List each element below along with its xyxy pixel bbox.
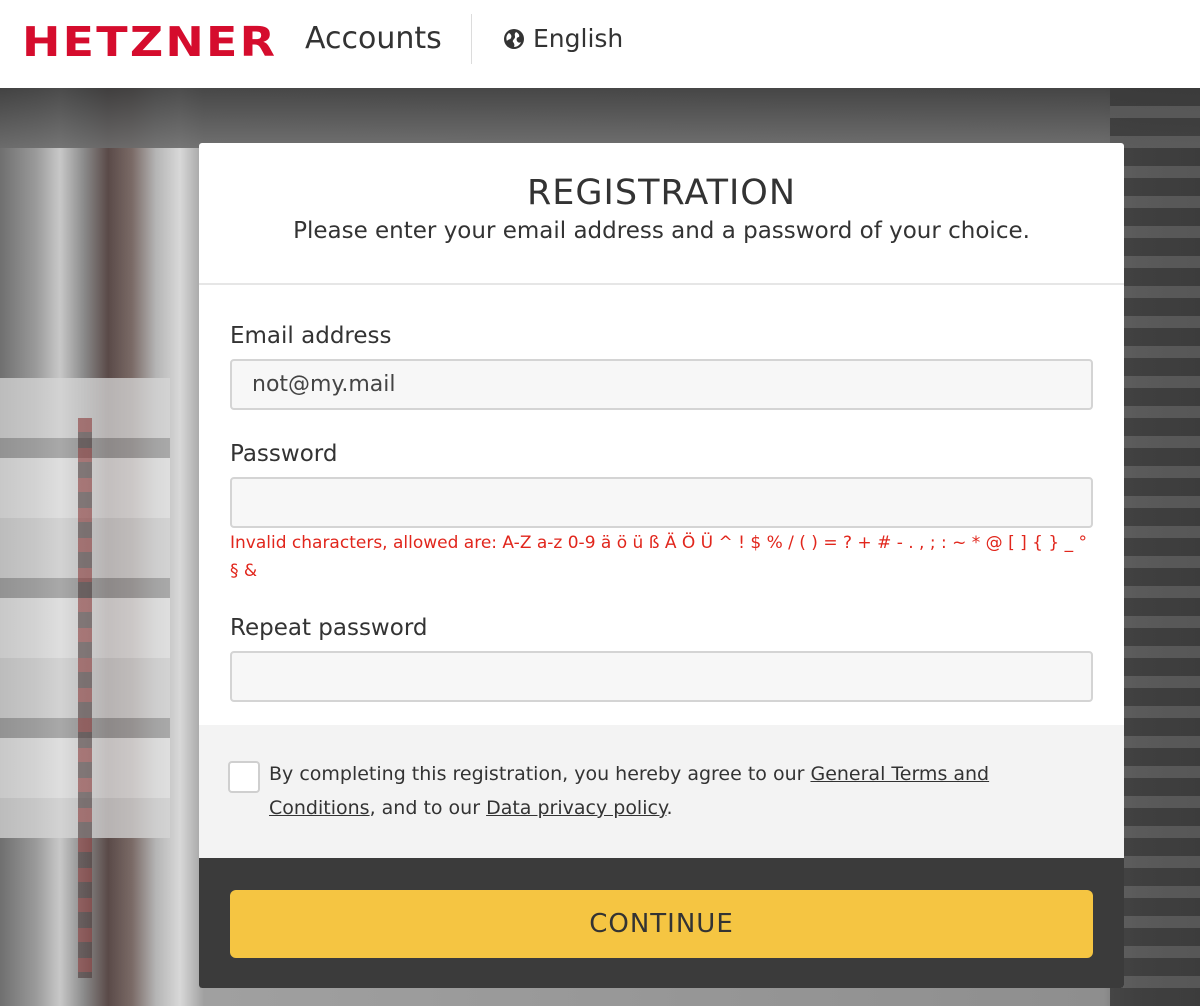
globe-icon <box>503 28 525 50</box>
consent-section: By completing this registration, you her… <box>199 725 1124 858</box>
repeat-password-label: Repeat password <box>230 615 428 641</box>
hetzner-logo[interactable]: HETZNER <box>22 22 277 63</box>
header-separator <box>199 283 1124 285</box>
consent-text-after: . <box>666 797 673 819</box>
privacy-link[interactable]: Data privacy policy <box>486 797 666 819</box>
consent-text-before: By completing this registration, you her… <box>269 763 811 785</box>
header-divider <box>471 14 472 64</box>
language-selector[interactable]: English <box>503 22 623 56</box>
consent-text: By completing this registration, you her… <box>269 757 1099 825</box>
consent-text-middle: , and to our <box>369 797 487 819</box>
email-label: Email address <box>230 323 392 349</box>
email-field[interactable] <box>230 359 1093 410</box>
page-subtitle: Please enter your email address and a pa… <box>293 218 1030 244</box>
terms-checkbox[interactable] <box>228 761 260 793</box>
continue-button[interactable]: CONTINUE <box>230 890 1093 958</box>
card-footer: CONTINUE <box>199 858 1124 988</box>
background-cables <box>78 418 92 978</box>
password-field[interactable] <box>230 477 1093 528</box>
card-header: REGISTRATION Please enter your email add… <box>199 143 1124 285</box>
app-name: Accounts <box>305 21 442 56</box>
password-error-message: Invalid characters, allowed are: A-Z a-z… <box>230 533 1087 581</box>
page-title: REGISTRATION <box>526 173 797 213</box>
top-header: HETZNER Accounts English <box>0 0 1200 88</box>
password-label: Password <box>230 441 338 467</box>
language-label: English <box>533 24 624 53</box>
background-shade-top <box>0 88 1200 148</box>
registration-card: REGISTRATION Please enter your email add… <box>199 143 1124 988</box>
repeat-password-field[interactable] <box>230 651 1093 702</box>
